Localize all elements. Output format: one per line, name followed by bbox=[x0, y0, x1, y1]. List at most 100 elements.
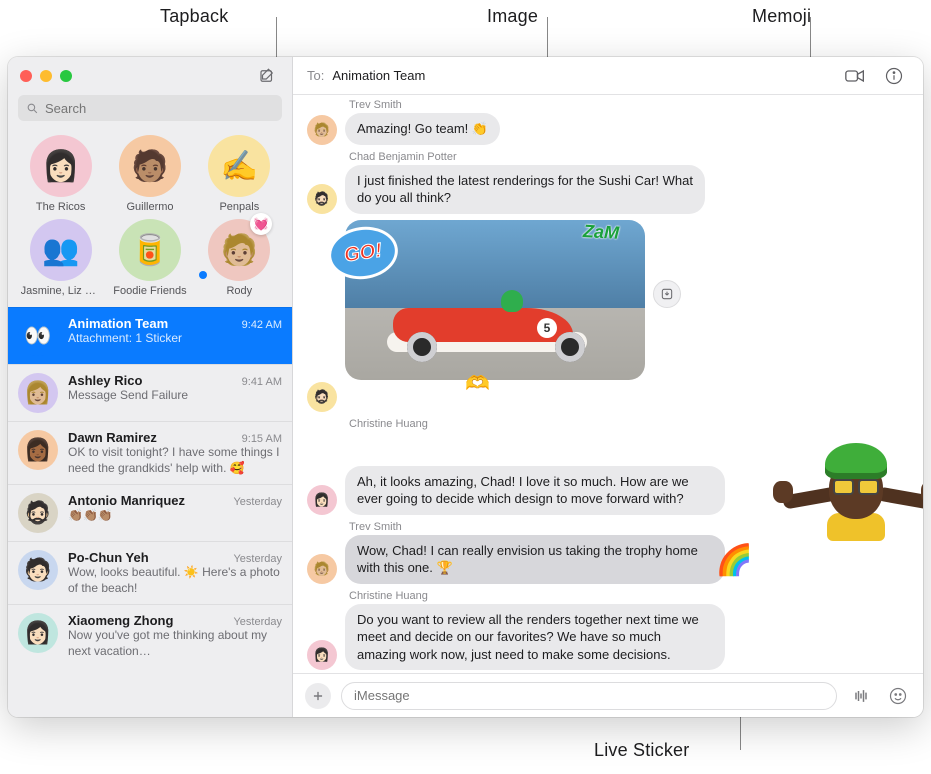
pinned-label: The Ricos bbox=[36, 201, 86, 213]
conversation-item[interactable]: 👩🏻 Xiaomeng Zhong Yesterday Now you've g… bbox=[8, 604, 292, 667]
sender-name: Christine Huang bbox=[349, 590, 909, 602]
pinned-label: Rody bbox=[226, 285, 252, 297]
close-window-button[interactable] bbox=[20, 70, 32, 82]
chat-body[interactable]: Trev Smith 🧑🏼 Amazing! Go team! 👏 Chad B… bbox=[293, 95, 923, 673]
fullscreen-window-button[interactable] bbox=[60, 70, 72, 82]
pinned-item[interactable]: 🧑🏽 Guillermo bbox=[107, 135, 192, 213]
message-bubble[interactable]: Do you want to review all the renders to… bbox=[345, 604, 725, 671]
to-label: To: bbox=[307, 68, 324, 83]
car-illustration: 5 bbox=[393, 296, 593, 358]
sender-name: Trev Smith bbox=[349, 99, 909, 111]
message-row: 👩🏻 Do you want to review all the renders… bbox=[307, 604, 909, 671]
callout-memoji: Memoji bbox=[752, 6, 811, 27]
search-input[interactable] bbox=[45, 101, 274, 116]
message-row: 🧔🏻 I just finished the latest renderings… bbox=[307, 165, 909, 214]
sender-name: Christine Huang bbox=[349, 418, 909, 430]
conversation-preview: 👏🏽👏🏽👏🏽 bbox=[68, 508, 282, 524]
message-input-container[interactable] bbox=[341, 682, 837, 710]
conversation-preview: OK to visit tonight? I have some things … bbox=[68, 445, 282, 476]
zap-sticker: ZaM bbox=[582, 221, 619, 244]
conversation-time: 9:41 AM bbox=[242, 376, 282, 388]
avatar: 🧔🏻 bbox=[307, 382, 337, 412]
conversation-time: 9:42 AM bbox=[242, 319, 282, 331]
avatar: 👩🏻 bbox=[307, 640, 337, 670]
message-bubble[interactable]: Amazing! Go team! 👏 bbox=[345, 113, 500, 145]
avatar: 👩🏾 bbox=[18, 430, 58, 470]
conversation-item[interactable]: 👩🏾 Dawn Ramirez 9:15 AM OK to visit toni… bbox=[8, 421, 292, 484]
search-field[interactable] bbox=[18, 95, 282, 121]
callout-live-sticker: Live Sticker bbox=[594, 740, 689, 761]
conversation-time: Yesterday bbox=[233, 553, 282, 565]
input-bar bbox=[293, 673, 923, 717]
pinned-label: Jasmine, Liz &… bbox=[21, 285, 101, 297]
sender-name: Chad Benjamin Potter bbox=[349, 151, 909, 163]
conversation-preview: Wow, looks beautiful. ☀️ Here's a photo … bbox=[68, 565, 282, 596]
sender-name: Trev Smith bbox=[349, 521, 909, 533]
message-bubble[interactable]: Ah, it looks amazing, Chad! I love it so… bbox=[345, 466, 725, 515]
compose-icon bbox=[258, 67, 276, 85]
conversation-name: Xiaomeng Zhong bbox=[68, 613, 173, 628]
pinned-label: Penpals bbox=[219, 201, 259, 213]
conversation-time: 9:15 AM bbox=[242, 433, 282, 445]
car-number: 5 bbox=[537, 318, 557, 338]
to-name[interactable]: Animation Team bbox=[332, 68, 425, 83]
conversation-name: Ashley Rico bbox=[68, 373, 142, 388]
pinned-conversations: 👩🏻 The Ricos 🧑🏽 Guillermo ✍️ Penpals 👥 J… bbox=[8, 131, 292, 307]
conversation-item[interactable]: 👩🏼 Ashley Rico 9:41 AM Message Send Fail… bbox=[8, 364, 292, 421]
avatar: 🧔🏻 bbox=[307, 184, 337, 214]
conversation-name: Antonio Manriquez bbox=[68, 493, 185, 508]
video-camera-icon bbox=[845, 69, 865, 83]
avatar: 👥 bbox=[30, 219, 92, 281]
message-bubble[interactable]: I just finished the latest renderings fo… bbox=[345, 165, 705, 214]
plus-icon bbox=[311, 689, 325, 703]
avatar: 🧔🏻 bbox=[18, 493, 58, 533]
avatar: 👩🏻 bbox=[30, 135, 92, 197]
conversation-item[interactable]: 👀 Animation Team 9:42 AM Attachment: 1 S… bbox=[8, 307, 292, 364]
message-bubble[interactable]: Wow, Chad! I can really envision us taki… bbox=[345, 535, 725, 584]
avatar: 🥫 bbox=[119, 219, 181, 281]
chat-pane: To: Animation Team Trev Smith 🧑🏼 Amazing… bbox=[293, 57, 923, 717]
go-sticker: GO! bbox=[328, 225, 398, 279]
details-button[interactable] bbox=[879, 67, 909, 85]
search-icon bbox=[26, 102, 39, 115]
pinned-item[interactable]: ✍️ Penpals bbox=[197, 135, 282, 213]
image-attachment[interactable]: 5 GO! ZaM 🫶 bbox=[345, 220, 645, 380]
pinned-item[interactable]: 👥 Jasmine, Liz &… bbox=[18, 219, 103, 297]
conversation-time: Yesterday bbox=[233, 496, 282, 508]
pinned-item[interactable]: 👩🏻 The Ricos bbox=[18, 135, 103, 213]
titlebar bbox=[8, 57, 292, 95]
message-row: 🧑🏼 Wow, Chad! I can really envision us t… bbox=[307, 535, 909, 584]
pinned-label: Guillermo bbox=[126, 201, 173, 213]
avatar: 🧑🏼 bbox=[307, 115, 337, 145]
save-attachment-button[interactable] bbox=[653, 280, 681, 308]
download-icon bbox=[660, 287, 674, 301]
message-input[interactable] bbox=[354, 688, 824, 703]
apps-button[interactable] bbox=[305, 683, 331, 709]
compose-button[interactable] bbox=[254, 65, 280, 87]
avatar: 👩🏻 bbox=[307, 485, 337, 515]
audio-message-button[interactable] bbox=[847, 688, 875, 704]
emoji-picker-button[interactable] bbox=[885, 687, 911, 705]
conversation-preview: Message Send Failure bbox=[68, 388, 282, 404]
conversation-item[interactable]: 🧑🏻 Po-Chun Yeh Yesterday Wow, looks beau… bbox=[8, 541, 292, 604]
unread-indicator bbox=[199, 271, 207, 279]
tapback-heart-icon: 💓 bbox=[250, 213, 272, 235]
conversation-list[interactable]: 👀 Animation Team 9:42 AM Attachment: 1 S… bbox=[8, 307, 292, 717]
message-row: 👩🏻 Ah, it looks amazing, Chad! I love it… bbox=[307, 466, 909, 515]
avatar: 🧑🏽 bbox=[119, 135, 181, 197]
pinned-item[interactable]: 🥫 Foodie Friends bbox=[107, 219, 192, 297]
avatar: 👩🏼 bbox=[18, 373, 58, 413]
message-row: 🧔🏻 bbox=[307, 382, 909, 412]
pinned-item[interactable]: 🧑🏼 💓 Rody bbox=[197, 219, 282, 297]
conversation-name: Po-Chun Yeh bbox=[68, 550, 149, 565]
callout-image: Image bbox=[487, 6, 538, 27]
minimize-window-button[interactable] bbox=[40, 70, 52, 82]
avatar: 🧑🏼 bbox=[307, 554, 337, 584]
facetime-button[interactable] bbox=[839, 69, 871, 83]
conversation-preview: Attachment: 1 Sticker bbox=[68, 331, 282, 347]
message-row: 5 GO! ZaM 🫶 bbox=[345, 220, 909, 380]
waveform-icon bbox=[851, 688, 871, 704]
pinned-label: Foodie Friends bbox=[113, 285, 186, 297]
conversation-item[interactable]: 🧔🏻 Antonio Manriquez Yesterday 👏🏽👏🏽👏🏽 bbox=[8, 484, 292, 541]
avatar: 🧑🏼 💓 bbox=[208, 219, 270, 281]
